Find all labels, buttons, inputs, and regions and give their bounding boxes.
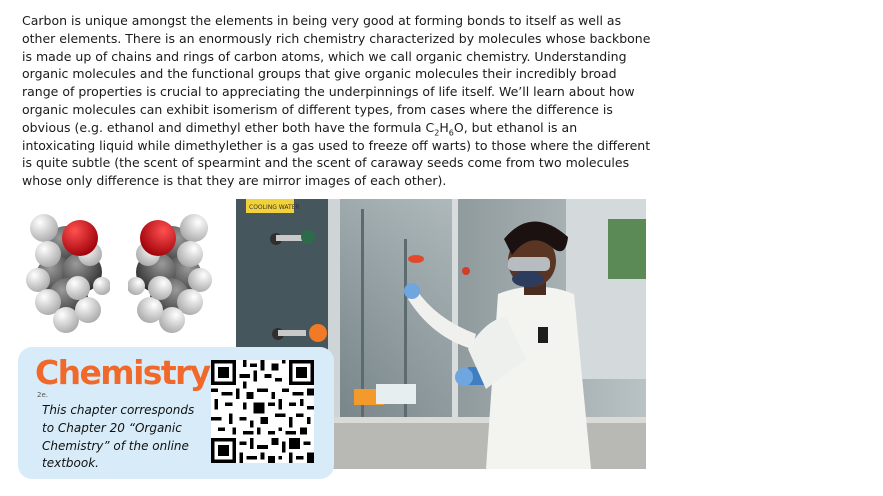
carvone-molecule-left [26,214,110,333]
chemistry-logo: Chemistry [35,353,211,392]
qr-code[interactable] [211,360,314,463]
edition-label: 2e. [37,391,48,399]
oxygen-atom [62,220,98,256]
intro-text-1: Carbon is unique amongst the elements in… [22,13,651,135]
intro-paragraph: Carbon is unique amongst the elements in… [22,12,652,190]
chapter-info-card: Chemistry 2e. This chapter corresponds t… [18,347,334,479]
cooling-water-sign: COOLING WATER [249,204,300,211]
hydrogen-symbol: H [439,119,449,135]
carvone-molecule-right [128,214,212,333]
chapter-note: This chapter corresponds to Chapter 20 “… [42,403,195,471]
oxygen-atom [140,220,176,256]
